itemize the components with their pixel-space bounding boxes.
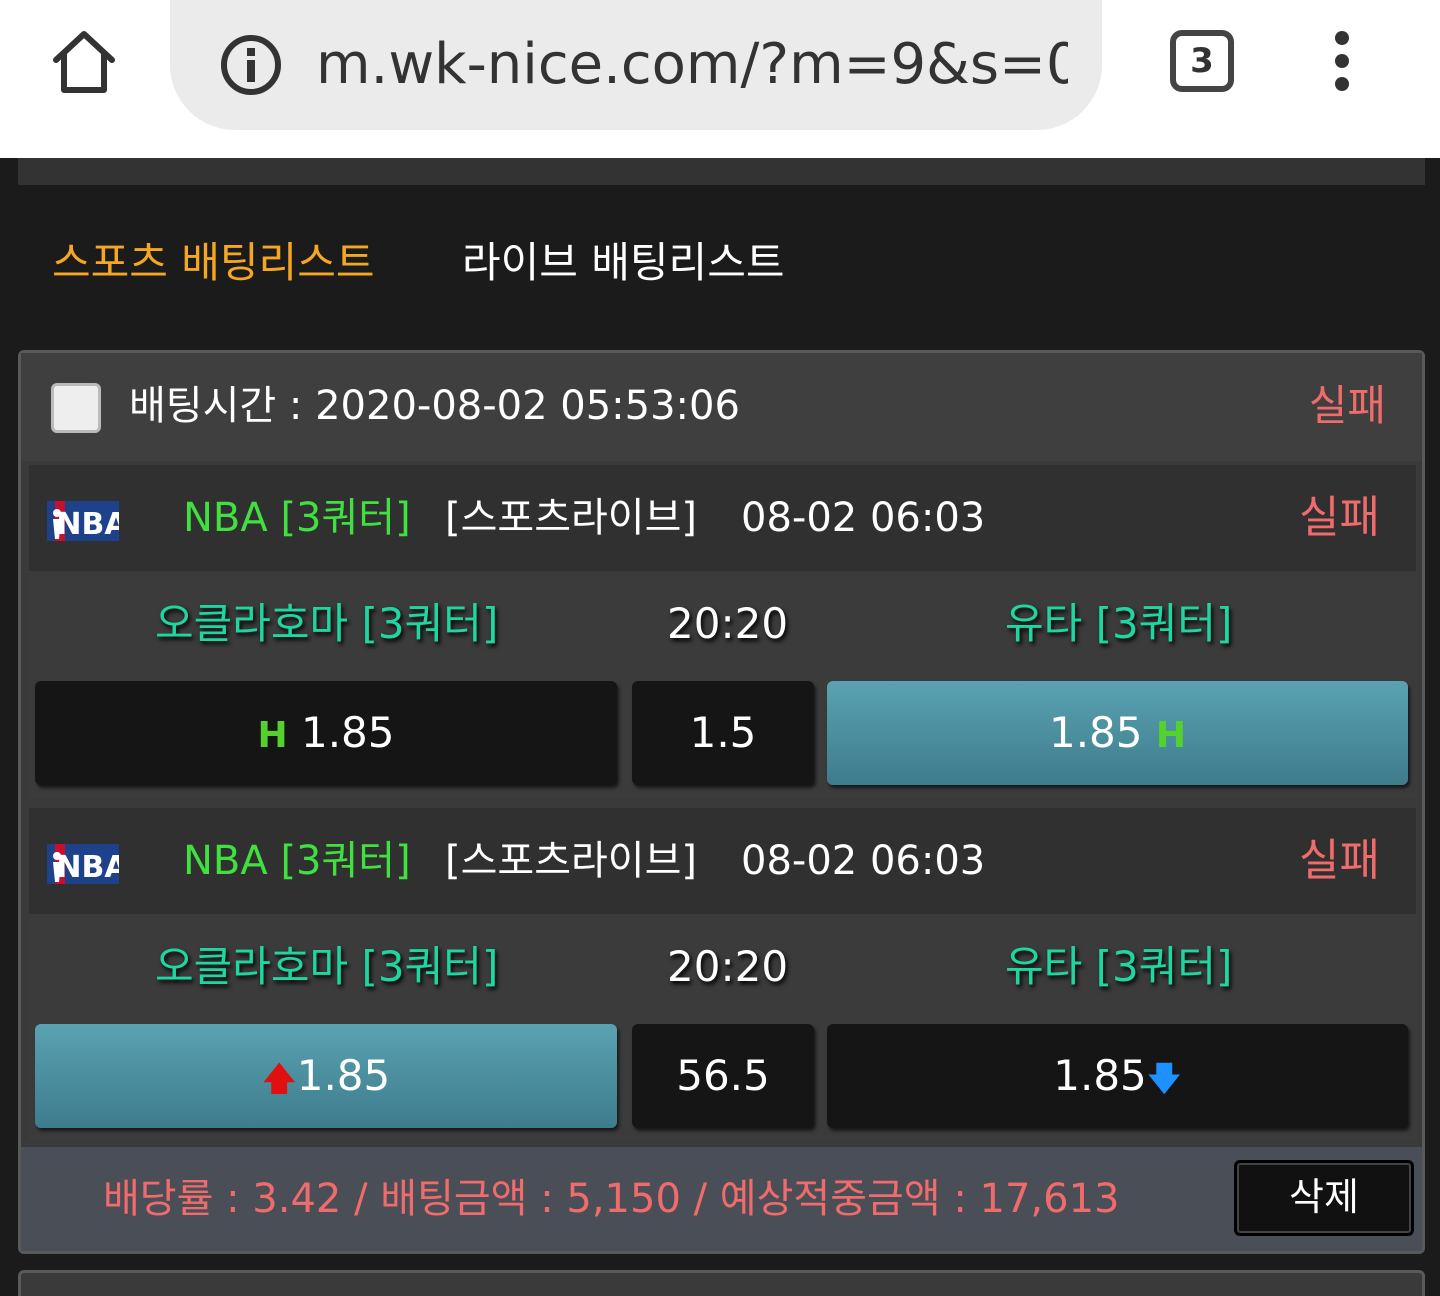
game-status: 실패 (1299, 835, 1380, 886)
league-label: NBA [3쿼터] (183, 495, 411, 541)
nba-logo-icon: NBA (47, 501, 128, 542)
bet-time: 배팅시간 : 2020-08-02 05:53:06 (129, 383, 740, 429)
tab-switcher-button[interactable]: 3 (1170, 30, 1234, 92)
game-info-row: NBA NBA [3쿼터] [스포츠라이브] 08-02 06:03 실패 (29, 808, 1416, 914)
odds-value: 1.85 (296, 1051, 391, 1100)
bet-select-checkbox[interactable] (51, 383, 101, 433)
game-type: [스포츠라이브] (445, 838, 698, 884)
bet-summary: 배당률 : 3.42 / 배팅금액 : 5,150 / 예상적중금액 : 17,… (103, 1176, 1120, 1222)
handicap-marker: H (1155, 715, 1186, 756)
odds-row: H 1.85 1.5 1.85 H (29, 681, 1416, 793)
home-team: 오클라호마 [3쿼터] (155, 599, 499, 648)
game-type: [스포츠라이브] (445, 495, 698, 541)
info-icon[interactable] (220, 34, 282, 96)
away-odds-button[interactable]: 1.85 H (827, 681, 1408, 785)
url-text[interactable]: m.wk-nice.com/?m=9&s=08 (316, 28, 1068, 102)
under-odds-button[interactable]: 1.85🡇 (827, 1024, 1408, 1128)
away-team: 유타 [3쿼터] (1005, 599, 1233, 648)
over-odds-button[interactable]: 🡅1.85 (35, 1024, 617, 1128)
arrow-up-icon: 🡅 (261, 1059, 297, 1099)
nba-logo-icon: NBA (47, 844, 128, 885)
total-line-value: 56.5 (632, 1024, 814, 1128)
delete-button[interactable]: 삭제 (1234, 1160, 1414, 1236)
next-bet-card (18, 1270, 1425, 1296)
teams-row: 오클라호마 [3쿼터] 20:20 유타 [3쿼터] (29, 914, 1416, 1024)
teams-row: 오클라호마 [3쿼터] 20:20 유타 [3쿼터] (29, 571, 1416, 681)
tab-sports-betting-list[interactable]: 스포츠 배팅리스트 (52, 236, 374, 290)
game-status: 실패 (1299, 492, 1380, 543)
game-time: 08-02 06:03 (741, 838, 986, 884)
svg-text:NBA: NBA (56, 850, 119, 884)
odds-value: 1.85 (1053, 1051, 1147, 1100)
arrow-down-icon: 🡇 (1146, 1059, 1182, 1099)
handicap-marker: H (257, 715, 288, 756)
league-label: NBA [3쿼터] (183, 838, 411, 884)
odds-row: 🡅1.85 56.5 1.85🡇 (29, 1024, 1416, 1136)
odds-value: 1.85 (1048, 708, 1143, 757)
bet-summary-footer: 배당률 : 3.42 / 배팅금액 : 5,150 / 예상적중금액 : 17,… (21, 1147, 1422, 1251)
address-bar[interactable]: m.wk-nice.com/?m=9&s=08 (170, 0, 1102, 130)
browser-toolbar: m.wk-nice.com/?m=9&s=08 3 (0, 0, 1440, 158)
game-item: NBA NBA [3쿼터] [스포츠라이브] 08-02 06:03 실패 오클… (29, 808, 1416, 1140)
svg-text:NBA: NBA (56, 507, 119, 541)
home-team: 오클라호마 [3쿼터] (155, 942, 499, 991)
handicap-value: 1.5 (632, 681, 814, 785)
tab-live-betting-list[interactable]: 라이브 배팅리스트 (462, 236, 784, 290)
home-odds-button[interactable]: H 1.85 (35, 681, 617, 785)
match-clock: 20:20 (667, 942, 789, 991)
bet-card-header: 배팅시간 : 2020-08-02 05:53:06 실패 (21, 353, 1422, 461)
odds-value: 1.85 (300, 708, 395, 757)
bet-card: 배팅시간 : 2020-08-02 05:53:06 실패 NBA NBA [3… (18, 350, 1425, 1254)
home-icon[interactable] (48, 26, 120, 98)
game-info-row: NBA NBA [3쿼터] [스포츠라이브] 08-02 06:03 실패 (29, 465, 1416, 571)
game-item: NBA NBA [3쿼터] [스포츠라이브] 08-02 06:03 실패 오클… (29, 465, 1416, 797)
game-time: 08-02 06:03 (741, 495, 986, 541)
match-clock: 20:20 (667, 599, 789, 648)
top-strip (18, 158, 1425, 185)
menu-icon[interactable] (1318, 28, 1366, 94)
away-team: 유타 [3쿼터] (1005, 942, 1233, 991)
bet-status: 실패 (1308, 381, 1386, 430)
